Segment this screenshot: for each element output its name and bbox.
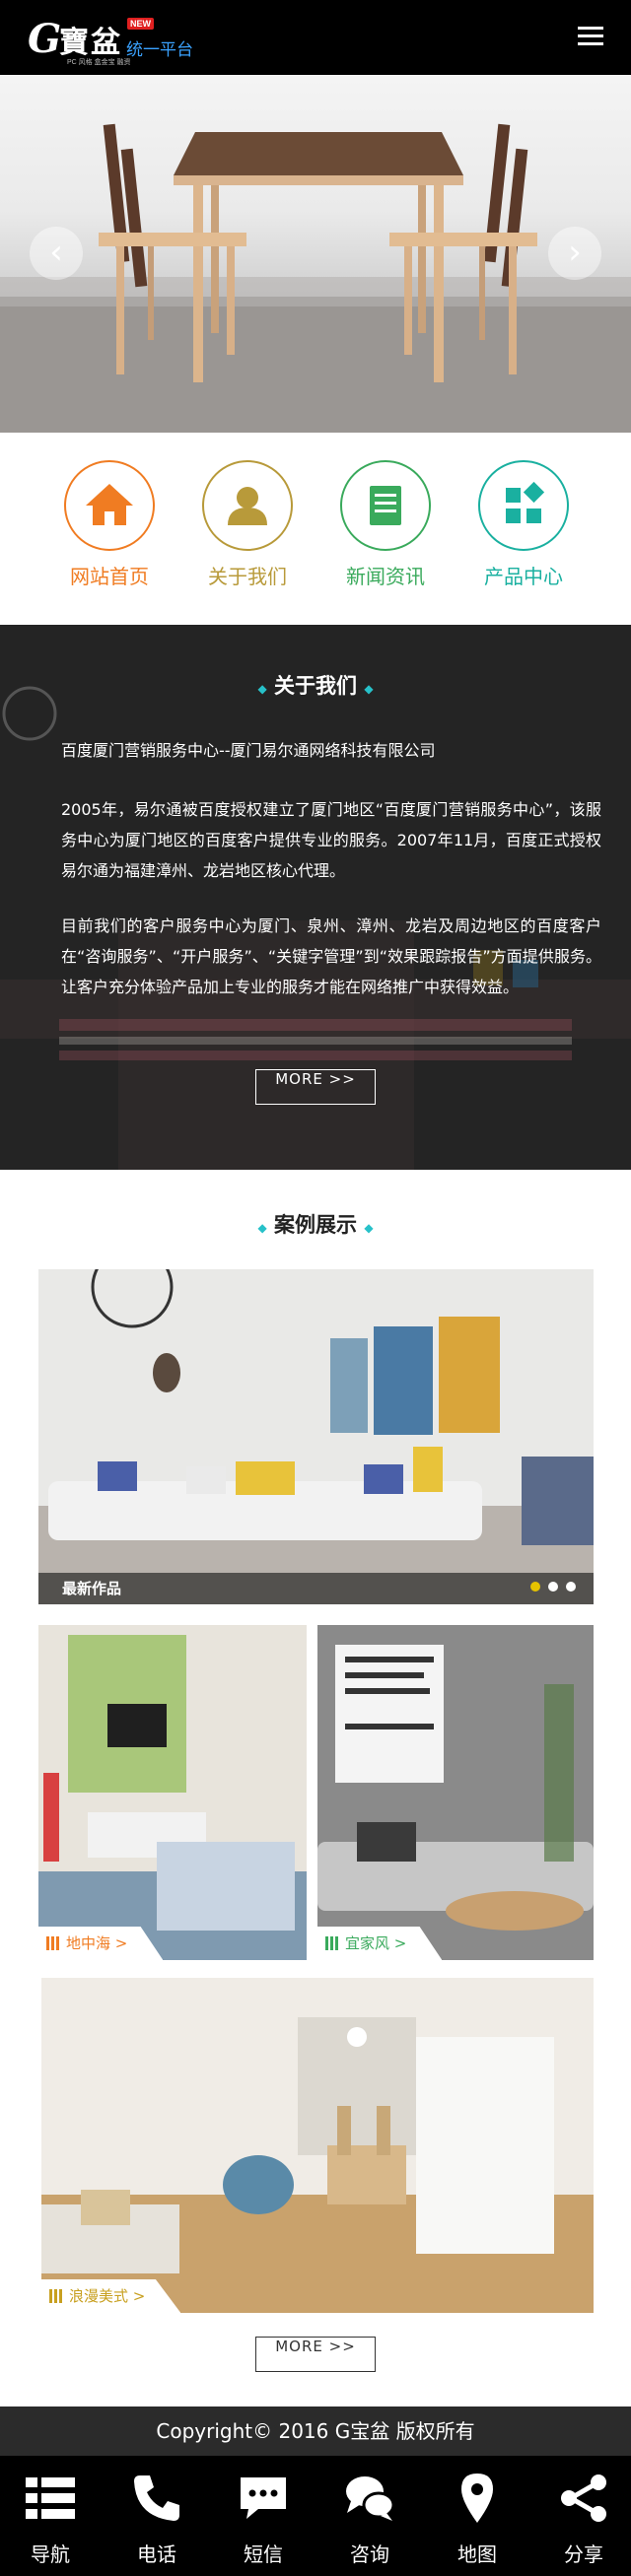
news-icon <box>340 460 431 551</box>
case-featured[interactable]: 最新作品 <box>38 1269 594 1604</box>
bottom-nav-phone-label: 电话 <box>137 2542 176 2566</box>
carousel-dot[interactable] <box>530 1582 540 1592</box>
bars-icon <box>46 1936 60 1950</box>
case-ikea-label: 宜家风 > <box>345 1934 407 1952</box>
diamond-icon: ◆ <box>364 682 374 696</box>
about-paragraph-2: 2005年，易尔通被百度授权建立了厦门地区“百度厦门营销服务中心”，该服务中心为… <box>61 800 601 880</box>
sms-icon <box>241 2477 286 2519</box>
bottom-nav-consult[interactable]: 咨询 <box>325 2472 414 2567</box>
banner-slider[interactable]: ‹ › <box>0 75 631 433</box>
diamond-icon: ◆ <box>364 1221 374 1235</box>
bottom-nav-sms[interactable]: 短信 <box>219 2472 308 2567</box>
cases-section: ◆ 案例展示 ◆ 最新作品 地中海 > 宜家风 > 浪漫美式 > MORE >> <box>0 1170 631 2407</box>
bars-icon <box>325 1936 339 1950</box>
banner-image <box>0 123 631 433</box>
user-icon <box>202 460 293 551</box>
bottom-bar: 导航 电话 短信 咨询 地图 分享 <box>0 2456 631 2576</box>
bottom-nav-map[interactable]: 地图 <box>433 2472 522 2567</box>
logo[interactable]: G 寶盆 NEW 统一平台 PC 风格 盒金宝 融资 <box>28 14 225 66</box>
map-pin-icon <box>461 2474 493 2523</box>
case-american-label: 浪漫美式 > <box>69 2287 146 2305</box>
logo-platform: 统一平台 <box>126 40 193 60</box>
nav-news-label: 新闻资讯 <box>346 565 425 588</box>
case-featured-caption: 最新作品 <box>38 1573 594 1604</box>
header: G 寶盆 NEW 统一平台 PC 风格 盒金宝 融资 <box>0 0 631 75</box>
nav-products[interactable]: 产品中心 <box>474 460 573 589</box>
bottom-nav-phone[interactable]: 电话 <box>112 2472 201 2567</box>
nav-home-label: 网站首页 <box>70 565 149 588</box>
cases-title-text: 案例展示 <box>274 1213 357 1237</box>
bottom-nav-map-label: 地图 <box>457 2542 497 2566</box>
about-paragraph-1: 百度厦门营销服务中心--厦门易尔通网络科技有限公司 <box>61 741 436 760</box>
case-ikea-image <box>317 1625 594 1960</box>
logo-main: 寶盆 <box>59 26 122 60</box>
case-american-image <box>41 1978 594 2313</box>
logo-new-badge: NEW <box>127 18 154 30</box>
page: G 寶盆 NEW 统一平台 PC 风格 盒金宝 融资 ‹ › 网站首页 关于我们… <box>0 0 631 2576</box>
logo-subtitle: PC 风格 盒金宝 融资 <box>67 59 131 66</box>
about-paragraph-3: 目前我们的客户服务中心为厦门、泉州、漳州、龙岩及周边地区的百度客户在“咨询服务”… <box>61 916 601 996</box>
bottom-nav-menu[interactable]: 导航 <box>6 2472 95 2567</box>
case-mediterranean[interactable]: 地中海 > <box>38 1625 307 1960</box>
phone-icon <box>134 2475 179 2521</box>
quick-nav: 网站首页 关于我们 新闻资讯 产品中心 <box>0 433 631 625</box>
nav-home[interactable]: 网站首页 <box>60 460 159 589</box>
carousel-dots <box>523 1577 576 1595</box>
nav-products-label: 产品中心 <box>484 565 563 588</box>
case-ikea[interactable]: 宜家风 > <box>317 1625 594 1960</box>
home-icon <box>64 460 155 551</box>
share-icon <box>561 2474 606 2522</box>
grid-icon <box>478 460 569 551</box>
logo-g: G <box>28 16 62 62</box>
bottom-nav-menu-label: 导航 <box>31 2542 70 2566</box>
about-title: ◆ 关于我们 ◆ <box>0 670 631 700</box>
case-mediterranean-image <box>38 1625 307 1960</box>
chat-icon <box>346 2476 395 2521</box>
bottom-nav-sms-label: 短信 <box>244 2542 283 2566</box>
about-more-button[interactable]: MORE >> <box>255 1069 376 1105</box>
case-american[interactable]: 浪漫美式 > <box>41 1978 594 2313</box>
nav-about-label: 关于我们 <box>208 565 287 588</box>
about-section: ◆ 关于我们 ◆ 百度厦门营销服务中心--厦门易尔通网络科技有限公司 2005年… <box>0 625 631 1170</box>
menu-icon[interactable] <box>578 27 603 46</box>
list-icon <box>26 2477 75 2519</box>
carousel-dot[interactable] <box>548 1582 558 1592</box>
diamond-icon: ◆ <box>257 682 267 696</box>
case-mediterranean-label: 地中海 > <box>66 1934 128 1952</box>
case-featured-image <box>38 1269 594 1604</box>
bottom-nav-share[interactable]: 分享 <box>539 2472 628 2567</box>
bottom-nav-share-label: 分享 <box>564 2542 603 2566</box>
nav-about[interactable]: 关于我们 <box>198 460 297 589</box>
banner-next-button[interactable]: › <box>548 227 601 280</box>
about-title-text: 关于我们 <box>274 674 357 698</box>
carousel-dot[interactable] <box>566 1582 576 1592</box>
nav-news[interactable]: 新闻资讯 <box>336 460 435 589</box>
cases-more-button[interactable]: MORE >> <box>255 2337 376 2372</box>
copyright: Copyright© 2016 G宝盆 版权所有 <box>0 2407 631 2456</box>
bars-icon <box>49 2289 63 2303</box>
cases-title: ◆ 案例展示 ◆ <box>0 1209 631 1239</box>
banner-prev-button[interactable]: ‹ <box>30 227 83 280</box>
bottom-nav-consult-label: 咨询 <box>350 2542 389 2566</box>
diamond-icon: ◆ <box>257 1221 267 1235</box>
